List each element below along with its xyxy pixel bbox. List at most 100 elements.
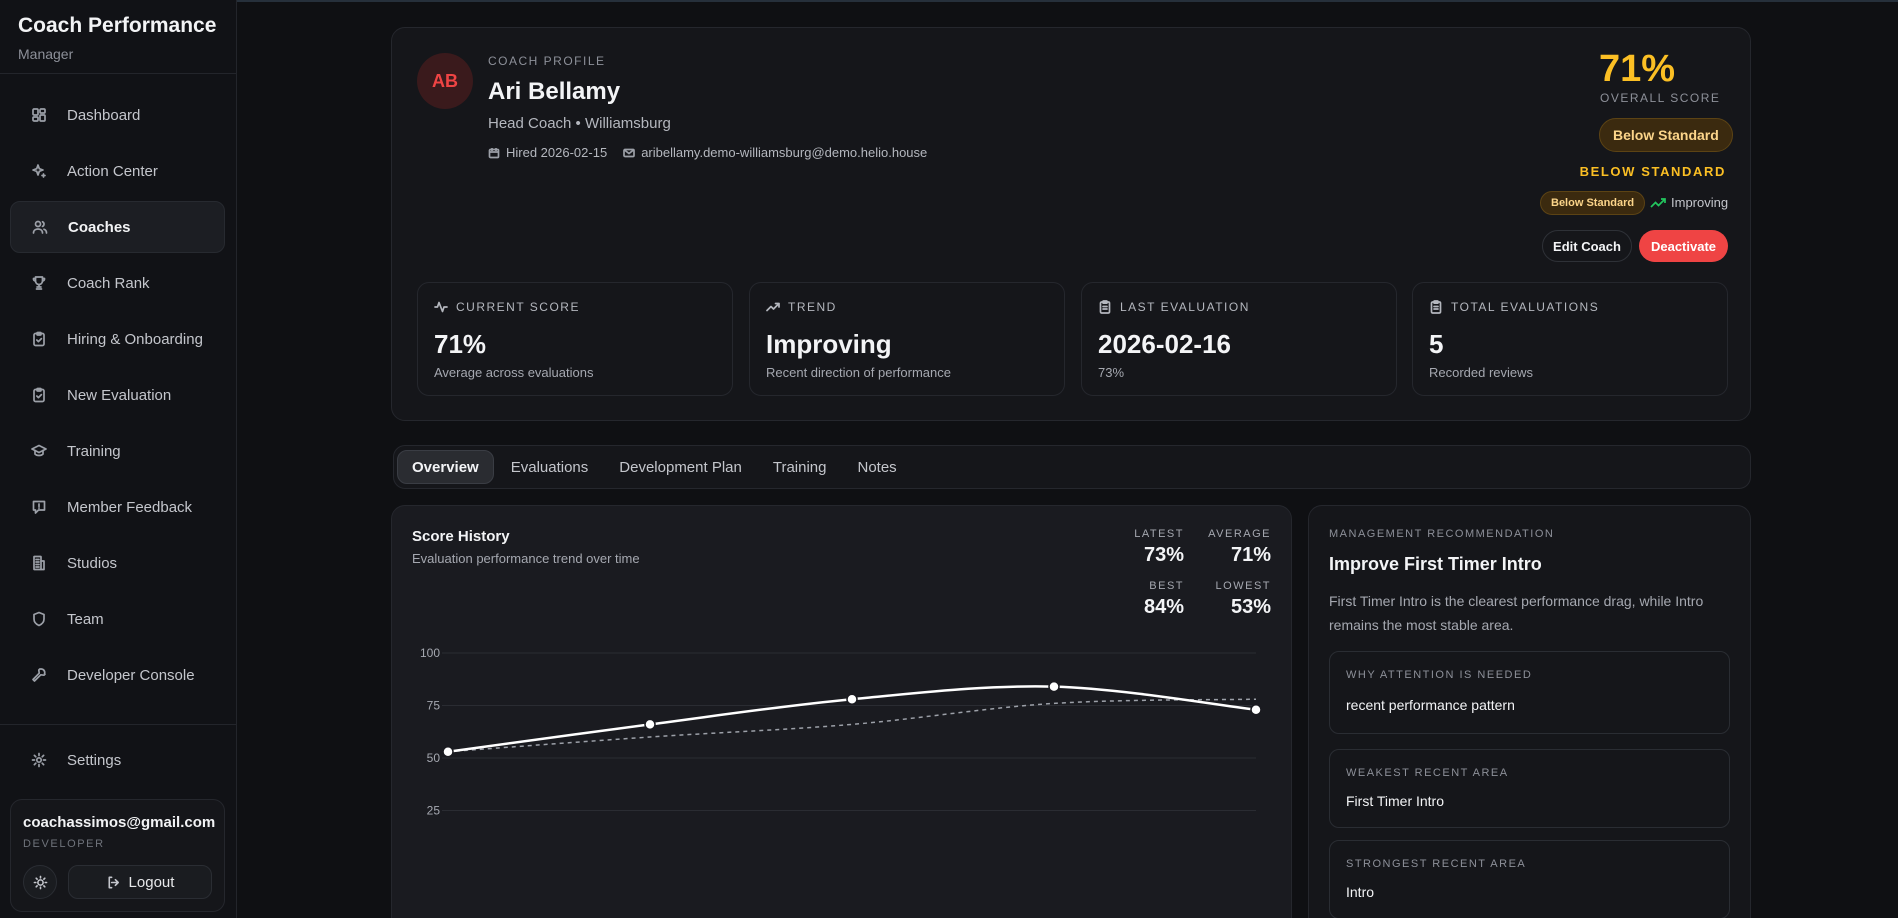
stat-head: TOTAL EVALUATIONS: [1429, 300, 1599, 314]
stat-head: LAST EVALUATION: [1098, 300, 1250, 314]
shield-icon: [30, 610, 48, 628]
sidebar-item-hiring-onboarding[interactable]: Hiring & Onboarding: [10, 313, 225, 365]
score-history-card: 25 50 75 100 Score History Evaluation perfo…: [391, 505, 1292, 918]
sparkle-icon: [30, 162, 48, 180]
coach-role-location: Head Coach • Williamsburg: [488, 115, 671, 132]
sidebar-item-label: Dashboard: [67, 106, 141, 124]
sidebar-item-member-feedback[interactable]: Member Feedback: [10, 481, 225, 533]
deactivate-button[interactable]: Deactivate: [1639, 230, 1728, 262]
score-history-chart: 25 50 75 100: [420, 646, 1262, 818]
status-badge: Below Standard: [1599, 118, 1733, 152]
trend-indicator: Improving: [1650, 195, 1728, 210]
stat-head: CURRENT SCORE: [434, 300, 580, 314]
edit-coach-button[interactable]: Edit Coach: [1542, 230, 1632, 262]
brand: Coach Performance Manager: [18, 14, 216, 62]
user-role: DEVELOPER: [23, 838, 105, 850]
stat-label: LAST EVALUATION: [1120, 300, 1250, 314]
logout-button[interactable]: Logout: [68, 865, 212, 899]
sidebar-item-label: Member Feedback: [67, 498, 193, 516]
recommendation-title: Improve First Timer Intro: [1329, 554, 1542, 574]
theme-toggle-button[interactable]: [23, 865, 57, 899]
stat-value: 2026-02-16: [1098, 329, 1231, 359]
sidebar-item-label: Hiring & Onboarding: [67, 330, 203, 348]
clipboard-check-icon: [30, 386, 48, 404]
user-card: coachassimos@gmail.com DEVELOPER Logout: [10, 799, 225, 912]
recommendation-body: First Timer Intro is the clearest perfor…: [1329, 593, 1704, 633]
sidebar-item-label: New Evaluation: [67, 386, 172, 404]
coach-email-text: aribellamy.demo-williamsburg@demo.helio.…: [641, 145, 928, 160]
user-email: coachassimos@gmail.com: [23, 814, 216, 831]
data-point[interactable]: [846, 693, 858, 705]
tab-notes[interactable]: Notes: [844, 450, 911, 484]
sidebar-item-dashboard[interactable]: Dashboard: [10, 89, 225, 141]
sidebar-item-coach-rank[interactable]: Coach Rank: [10, 257, 225, 309]
tab-development-plan[interactable]: Development Plan: [605, 450, 756, 484]
why-attention-box: WHY ATTENTION IS NEEDED recent performan…: [1329, 651, 1730, 734]
kpi-label: LOWEST: [1215, 580, 1271, 592]
box-label: WHY ATTENTION IS NEEDED: [1346, 669, 1533, 681]
trend-line-dashed: [447, 698, 1257, 753]
sidebar-item-new-evaluation[interactable]: New Evaluation: [10, 369, 225, 421]
graduation-cap-icon: [30, 442, 48, 460]
data-point[interactable]: [442, 745, 454, 758]
status-mini-badge: Below Standard: [1540, 191, 1646, 215]
coach-name: Ari Bellamy: [488, 78, 621, 105]
kpi-label: LATEST: [1134, 528, 1184, 540]
data-point[interactable]: [644, 718, 656, 731]
sidebar-item-settings[interactable]: Settings: [10, 734, 225, 786]
management-recommendation-card: MANAGEMENT RECOMMENDATION Improve First …: [1308, 505, 1751, 918]
clipboard-icon: [1430, 300, 1442, 314]
sidebar-nav: Dashboard Action Center Coaches Coach Ra…: [10, 89, 225, 705]
sun-icon: [33, 875, 47, 889]
sidebar-item-coaches[interactable]: Coaches: [10, 201, 225, 253]
sidebar-item-label: Settings: [67, 751, 122, 769]
building-icon: [30, 554, 48, 572]
sidebar-item-training[interactable]: Training: [10, 425, 225, 477]
stat-head: TREND: [766, 300, 837, 314]
data-point[interactable]: [1048, 680, 1060, 693]
box-value: recent performance pattern: [1346, 697, 1515, 713]
message-icon: [30, 498, 48, 516]
sidebar-item-developer-console[interactable]: Developer Console: [10, 649, 225, 701]
coach-email[interactable]: aribellamy.demo-williamsburg@demo.helio.…: [623, 145, 927, 160]
box-label: STRONGEST RECENT AREA: [1346, 858, 1527, 870]
recommendation-eyebrow: MANAGEMENT RECOMMENDATION: [1329, 528, 1555, 540]
kpi-value: 73%: [1143, 544, 1184, 566]
overall-score-value: 71%: [1599, 48, 1676, 90]
stat-sub: 73%: [1098, 365, 1125, 380]
tab-training[interactable]: Training: [759, 450, 841, 484]
mail-icon: [623, 148, 636, 157]
box-value: Intro: [1346, 884, 1375, 900]
tab-evaluations[interactable]: Evaluations: [497, 450, 603, 484]
stat-value: 71%: [434, 329, 487, 359]
tab-overview[interactable]: Overview: [397, 450, 494, 484]
kpi-best: BEST 84%: [1144, 580, 1184, 619]
trending-up-icon: [1650, 197, 1666, 208]
sidebar-item-team[interactable]: Team: [10, 593, 225, 645]
settings-section: Settings: [10, 734, 225, 790]
y-tick-label: 50: [427, 751, 441, 765]
profile-tabs: Overview Evaluations Development Plan Tr…: [393, 445, 1751, 489]
sidebar-item-action-center[interactable]: Action Center: [10, 145, 225, 197]
logout-icon: [108, 876, 119, 888]
kpi-latest: LATEST 73%: [1134, 528, 1184, 567]
overall-score-label: OVERALL SCORE: [1600, 91, 1721, 105]
avatar: AB: [417, 53, 473, 109]
sidebar-item-label: Team: [67, 610, 104, 628]
stat-label: TOTAL EVALUATIONS: [1451, 300, 1600, 314]
logout-label: Logout: [128, 873, 175, 891]
y-tick-label: 75: [427, 699, 441, 713]
stat-value: 5: [1429, 329, 1444, 359]
kpi-average: AVERAGE 71%: [1208, 528, 1271, 567]
data-point[interactable]: [1250, 703, 1262, 716]
sidebar-divider: [0, 724, 237, 725]
clipboard-icon: [1099, 300, 1111, 314]
kpi-value: 53%: [1230, 596, 1271, 618]
status-text: BELOW STANDARD: [1579, 164, 1726, 179]
users-icon: [31, 218, 49, 236]
sidebar-item-label: Training: [67, 442, 121, 460]
sidebar-item-studios[interactable]: Studios: [10, 537, 225, 589]
strongest-area-box: STRONGEST RECENT AREA Intro: [1329, 840, 1730, 918]
gear-icon: [30, 751, 48, 769]
sidebar: Coach Performance Manager Dashboard Acti…: [0, 0, 237, 918]
